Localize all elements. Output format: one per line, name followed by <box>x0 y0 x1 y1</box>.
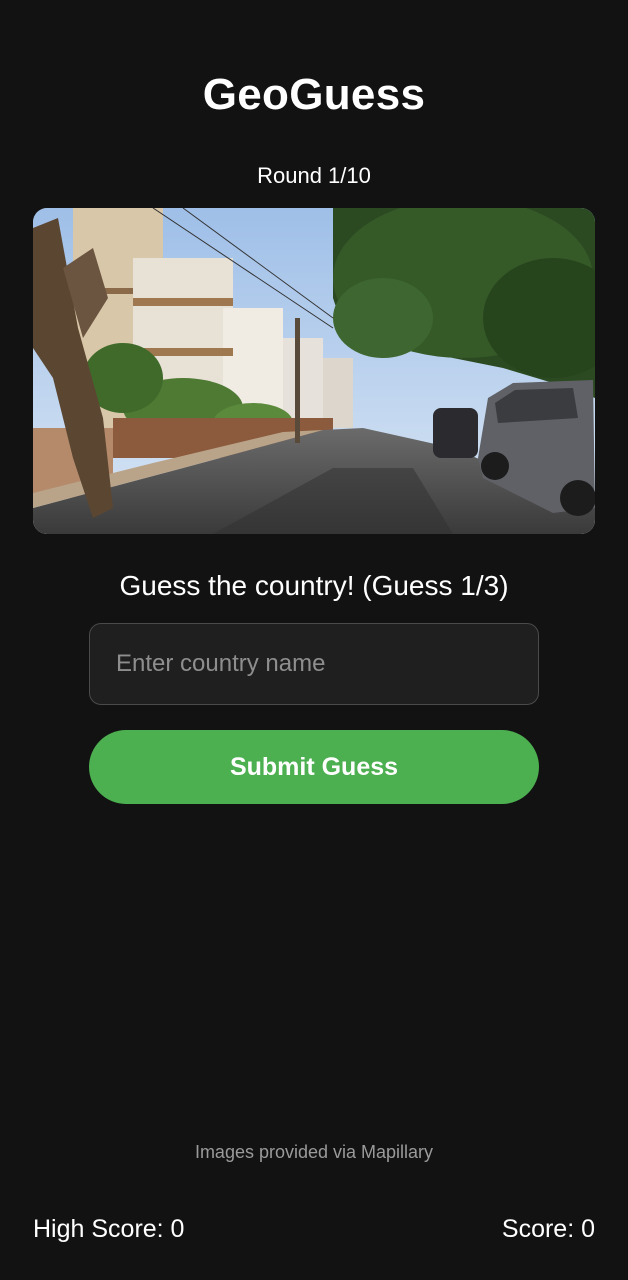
submit-guess-button[interactable]: Submit Guess <box>89 730 539 804</box>
guess-prompt: Guess the country! (Guess 1/3) <box>119 570 509 601</box>
score-label: Score: 0 <box>501 1215 595 1243</box>
image-attribution: Images provided via Mapillary <box>194 1142 434 1162</box>
round-indicator: Round 1/10 <box>257 163 371 188</box>
street-view-image <box>33 208 595 534</box>
app-title: GeoGuess <box>202 70 426 119</box>
country-input[interactable] <box>89 623 539 705</box>
high-score-label: High Score: 0 <box>33 1215 185 1243</box>
